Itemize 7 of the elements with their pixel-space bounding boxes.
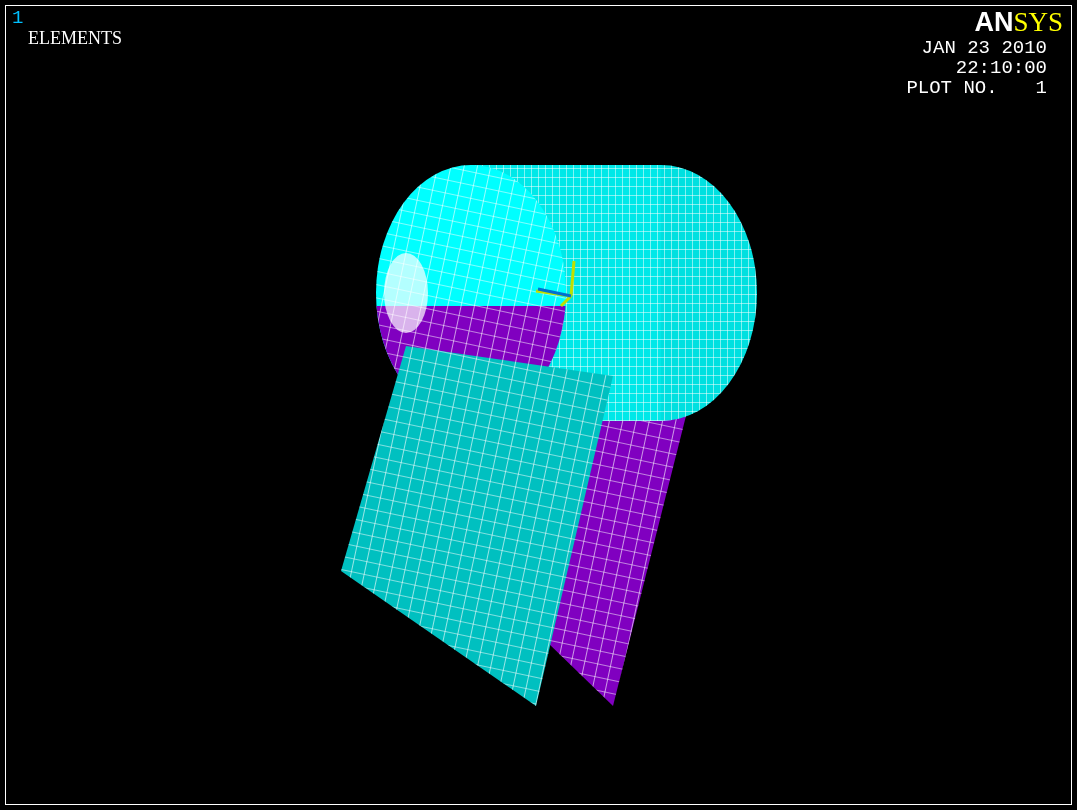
plot-number-label: PLOT NO.: [906, 78, 998, 98]
logo: ANSYS: [974, 8, 1063, 38]
plot-date: JAN 23 2010: [921, 38, 1047, 58]
window-number: 1: [12, 8, 24, 28]
plot-label: ELEMENTS: [28, 28, 122, 48]
plot-number: 1: [1035, 78, 1047, 98]
plot-time: 22:10:00: [955, 58, 1047, 78]
